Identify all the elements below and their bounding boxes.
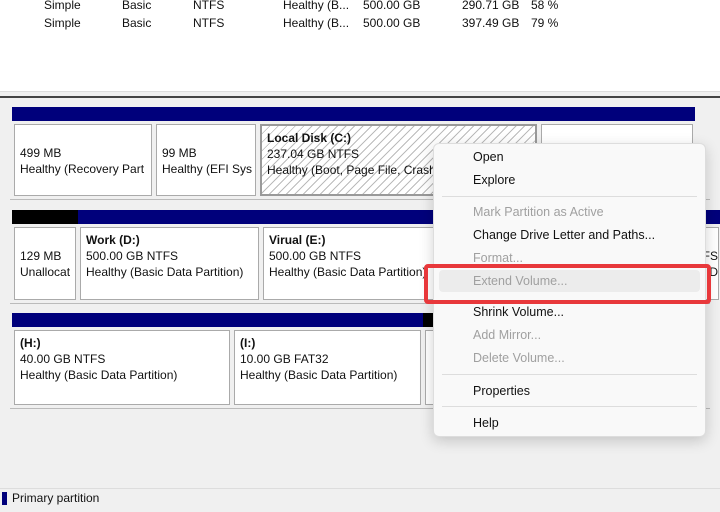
type-cell: Basic [122,0,152,12]
partition-d[interactable]: Work (D:) 500.00 GB NTFS Healthy (Basic Da… [78,210,261,303]
status-cell: Healthy (B... [283,16,350,30]
partition[interactable]: 99 MB Healthy (EFI Sys [154,107,258,199]
menu-item-add-mirror: Add Mirror... [473,328,542,342]
volume-row[interactable]: Simple Basic NTFS Healthy (B... 500.00 G… [0,0,720,15]
menu-item-explore[interactable]: Explore [439,169,700,191]
primary-partition-swatch [2,492,7,505]
menu-item-mark-active: Mark Partition as Active [473,205,604,219]
capacity-cell: 500.00 GB [363,0,421,12]
layout-cell: Simple [44,0,81,12]
menu-item-open[interactable]: Open [439,146,700,168]
fs-cell: NTFS [193,0,225,12]
menu-separator [442,196,697,197]
highlight-annotation-box [424,264,711,304]
volume-row[interactable]: Simple Basic NTFS Healthy (B... 500.00 G… [0,16,720,33]
partition-i[interactable]: (I:) 10.00 GB FAT32 Healthy (Basic Data Pa… [232,313,423,408]
menu-item-delete-volume: Delete Volume... [473,351,565,365]
free-cell: 397.49 GB [462,16,520,30]
menu-item-help[interactable]: Help [439,412,700,434]
type-cell: Basic [122,16,152,30]
percent-cell: 79 % [531,16,559,30]
menu-item-properties[interactable]: Properties [439,380,700,402]
status-cell: Healthy (B... [283,0,350,12]
menu-separator [442,406,697,407]
partition-h[interactable]: (H:) 40.00 GB NTFS Healthy (Basic Data Par… [12,313,232,408]
volume-list: Simple Basic NTFS Healthy (B... 500.00 G… [0,0,720,92]
capacity-cell: 500.00 GB [363,16,421,30]
legend-label: Primary partition [12,491,100,505]
menu-item-shrink-volume[interactable]: Shrink Volume... [439,301,700,323]
layout-cell: Simple [44,16,81,30]
menu-item-change-drive-letter[interactable]: Change Drive Letter and Paths... [439,224,700,246]
unallocated-space[interactable]: 129 MB Unallocat [12,210,78,303]
menu-separator [442,374,697,375]
partition[interactable]: 499 MB Healthy (Recovery Part [12,107,154,199]
percent-cell: 58 % [531,0,559,12]
free-cell: 290.71 GB [462,0,520,12]
legend: Primary partition [0,488,720,508]
fs-cell: NTFS [193,16,225,30]
pane-splitter[interactable] [0,96,720,98]
